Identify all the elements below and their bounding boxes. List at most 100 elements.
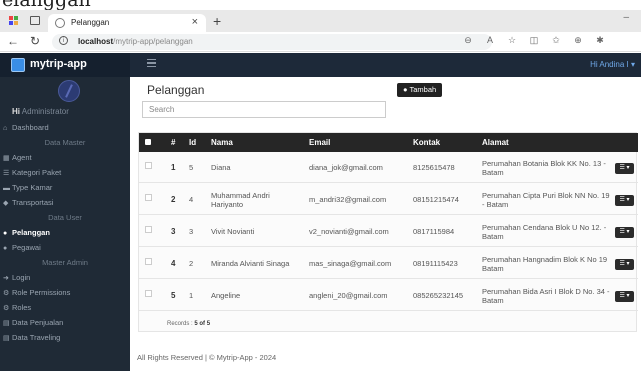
sidebar-item-transportasi[interactable]: ◆ Transportasi — [0, 196, 130, 210]
close-tab-icon[interactable]: × — [192, 16, 198, 28]
url-text: localhost/mytrip-app/pelanggan — [78, 37, 193, 46]
gear-icon: ⚙ — [3, 305, 10, 312]
cell-kontak: 085265232145 — [413, 291, 464, 300]
sidebar-item-dashboard[interactable]: ⌂ Dashboard — [0, 121, 130, 135]
site-info-icon[interactable]: i — [59, 36, 68, 45]
sidebar-item-type-kamar[interactable]: ▬ Type Kamar — [0, 181, 130, 195]
file-icon: ▤ — [3, 320, 10, 327]
sidebar-item-label: Type Kamar — [12, 183, 53, 192]
row-action-dropdown-button[interactable]: ☰ ▾ — [615, 163, 634, 174]
cell-kontak: 08191115423 — [413, 259, 458, 268]
browser-tab-pelanggan[interactable]: Pelanggan × — [48, 14, 206, 32]
car-icon: ◆ — [3, 200, 9, 207]
sidebar-item-roles[interactable]: ⚙ Roles — [0, 301, 130, 315]
cell-no: 5 — [171, 291, 176, 300]
sidebar-item-login[interactable]: ➜ Login — [0, 271, 130, 285]
split-screen-icon[interactable]: ◫ — [523, 35, 545, 46]
cell-alamat: Perumahan Hangnadim Blok K No 19 Batam — [482, 254, 608, 273]
menu-toggle-icon[interactable] — [147, 59, 156, 67]
add-customer-button[interactable]: ● Tambah — [397, 83, 443, 97]
row-checkbox[interactable] — [145, 258, 152, 265]
cogs-icon: ⚙ — [3, 290, 10, 297]
users-icon: ● — [403, 85, 408, 94]
sidebar-item-kategori-paket[interactable]: ☰ Kategori Paket — [0, 166, 130, 180]
sidebar-item-agent[interactable]: ▦ Agent — [0, 151, 130, 165]
globe-icon — [55, 18, 65, 28]
sidebar-section-header: Master Admin — [42, 258, 88, 267]
cell-alamat: Perumahan Cendana Blok U No 12. - Batam — [482, 222, 607, 241]
cell-email: v2_novianti@gmail.com — [309, 227, 389, 236]
sidebar-item-label: Role Permissions — [12, 288, 71, 297]
cell-nama: Muhammad Andri Hariyanto — [211, 190, 270, 209]
sidebar-item-data-penjualan[interactable]: ▤ Data Penjualan — [0, 316, 130, 330]
list-icon: ☰ — [3, 170, 10, 177]
sidebar-section-header: Data User — [48, 213, 82, 222]
row-checkbox[interactable] — [145, 226, 152, 233]
bed-icon: ▬ — [3, 185, 10, 192]
cell-id: 4 — [189, 195, 194, 204]
url-field[interactable]: i localhost/mytrip-app/pelanggan — [52, 34, 492, 50]
new-tab-icon[interactable]: + — [213, 13, 221, 29]
cell-nama: Miranda Alvianti Sinaga — [211, 259, 290, 268]
cell-alamat: Perumahan Bida Asri I Blok D No. 34 - Ba… — [482, 286, 610, 305]
read-aloud-icon[interactable]: A — [479, 35, 501, 45]
col-header-alamat: Alamat — [482, 138, 509, 147]
col-header-nama: Nama — [211, 138, 233, 147]
profile-greeting: Hi Administrator — [12, 107, 69, 116]
cell-nama: Angeline — [211, 291, 241, 300]
cell-nama: Diana — [211, 163, 231, 172]
add-button-label: Tambah — [409, 85, 437, 94]
col-header-id: Id — [189, 138, 197, 147]
tab-title: Pelanggan — [71, 18, 110, 27]
user-menu[interactable]: Hi Andina I ▾ — [590, 60, 635, 69]
reload-icon[interactable]: ↻ — [30, 34, 40, 48]
row-checkbox[interactable] — [145, 290, 152, 297]
back-arrow-icon[interactable]: ← — [7, 34, 19, 48]
search-input[interactable]: Search — [142, 101, 386, 118]
row-checkbox[interactable] — [145, 194, 152, 201]
row-action-dropdown-button[interactable]: ☰ ▾ — [615, 259, 634, 270]
sidebar-item-pegawai[interactable]: ● Pegawai — [0, 241, 130, 255]
row-action-dropdown-button[interactable]: ☰ ▾ — [615, 291, 634, 302]
cell-no: 3 — [171, 227, 176, 236]
favorite-star-icon[interactable]: ☆ — [501, 35, 523, 46]
cell-nama: Vivit Novianti — [211, 227, 255, 236]
brand-name: mytrip-app — [30, 58, 87, 70]
col-header-no: # — [171, 138, 176, 147]
cell-email: angleni_20@gmail.com — [309, 291, 388, 300]
cell-alamat: Perumahan Botania Blok KK No. 13 - Batam — [482, 158, 606, 177]
browser-profile-icon[interactable] — [8, 15, 20, 27]
cell-id: 2 — [189, 259, 194, 268]
cell-kontak: 08151215474 — [413, 195, 459, 204]
sidebar-item-role-permissions[interactable]: ⚙ Role Permissions — [0, 286, 130, 300]
select-all-checkbox[interactable] — [145, 139, 151, 145]
sidebar-item-data-traveling[interactable]: ▤ Data Traveling — [0, 331, 130, 345]
row-action-dropdown-button[interactable]: ☰ ▾ — [615, 195, 634, 206]
table-row: 1 5 Diana diana_jok@gmail.com 8125615478 Peru… — [139, 152, 638, 183]
users-icon: ● — [3, 230, 8, 237]
tab-actions-icon[interactable] — [30, 16, 40, 25]
sidebar-item-label: Data Traveling — [12, 333, 61, 342]
records-count: Records : 5 of 5 — [167, 321, 211, 327]
row-checkbox[interactable] — [145, 162, 152, 169]
minimize-window-icon[interactable]: – — [623, 12, 629, 23]
table-header: # Id Nama Email Kontak Alamat — [139, 133, 638, 152]
brand[interactable]: mytrip-app — [0, 53, 130, 77]
table-row: 5 1 Angeline angleni_20@gmail.com 0852652321… — [139, 280, 638, 311]
footer: All Rights Reserved | © Mytrip-App - 202… — [137, 353, 277, 362]
sidebar-item-pelanggan[interactable]: ● Pelanggan — [0, 226, 130, 240]
zoom-icon[interactable]: ⊖ — [457, 35, 479, 46]
sidebar-item-label: Login — [12, 273, 31, 282]
browser-tab-bar: Pelanggan × + – — [0, 10, 641, 32]
extensions-icon[interactable]: ⊕ — [567, 35, 589, 46]
browser-address-bar: ← ↻ i localhost/mytrip-app/pelanggan ⊖ A ☆… — [0, 32, 641, 52]
cell-email: m_andri32@gmail.com — [309, 195, 387, 204]
cropped-heading-text: elanggan — [2, 0, 91, 11]
app-navbar: mytrip-app Hi Andina I ▾ — [0, 53, 641, 77]
brand-logo-icon — [11, 58, 25, 72]
favorites-icon[interactable]: ✩ — [545, 35, 567, 46]
sidebar-item-label: Roles — [12, 303, 32, 312]
row-action-dropdown-button[interactable]: ☰ ▾ — [615, 227, 634, 238]
copilot-icon[interactable]: ✱ — [589, 35, 611, 46]
main-content: Pelanggan ● Tambah Search # Id Nama Emai… — [130, 77, 641, 371]
